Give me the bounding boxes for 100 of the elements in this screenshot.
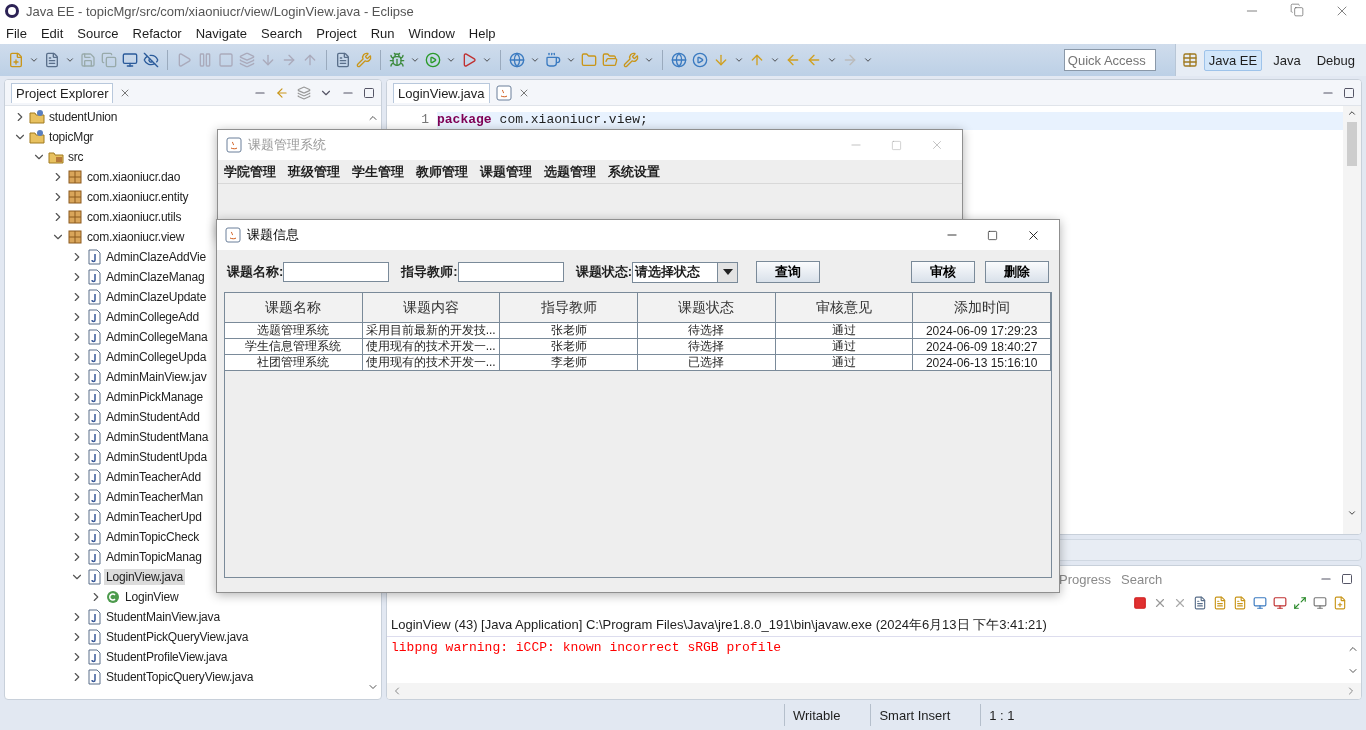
tree-item[interactable]: AdminCollegeMana	[104, 329, 210, 345]
tree-item[interactable]: StudentTopicQueryView.java	[104, 669, 256, 685]
input-field[interactable]	[457, 262, 564, 282]
scroll-up-icon[interactable]	[1347, 108, 1357, 118]
scroll-down-icon[interactable]	[1347, 508, 1357, 518]
menu-item[interactable]: Source	[77, 25, 119, 41]
menu-item[interactable]: 选题管理	[544, 162, 596, 181]
perspective-button[interactable]: Debug	[1311, 49, 1360, 71]
column-header[interactable]: 课题状态	[638, 293, 776, 323]
column-header[interactable]: 课题内容	[362, 293, 501, 323]
action-button[interactable]: 审核	[911, 261, 975, 283]
menu-item[interactable]: Run	[370, 25, 395, 41]
remove-all-icon[interactable]	[1173, 596, 1187, 610]
menu-item[interactable]: 系统设置	[608, 162, 660, 181]
tool-icon[interactable]	[356, 52, 372, 68]
tree-item[interactable]: AdminTeacherMan	[104, 489, 206, 505]
globe-icon[interactable]	[509, 52, 525, 68]
dropdown-caret-icon[interactable]	[530, 55, 540, 65]
remove-launch-icon[interactable]	[1153, 596, 1167, 610]
tree-item[interactable]: topicMgr	[47, 129, 96, 145]
view-tab[interactable]: Progress	[1059, 571, 1112, 587]
new-document-icon[interactable]	[44, 52, 60, 68]
dropdown-caret-icon[interactable]	[29, 55, 39, 65]
menu-item[interactable]: Help	[468, 25, 496, 41]
column-header[interactable]: 指导教师	[500, 293, 638, 323]
tree-item[interactable]: com.xiaoniucr.utils	[85, 209, 184, 225]
view-tab[interactable]: Project Explorer	[11, 82, 114, 103]
tree-item[interactable]: com.xiaoniucr.view	[85, 229, 187, 245]
menu-item[interactable]: File	[6, 25, 27, 41]
tree-item[interactable]: AdminClazeManag	[104, 269, 207, 285]
tree-item[interactable]: AdminCollegeUpda	[104, 349, 209, 365]
maximize-icon[interactable]	[1341, 573, 1353, 585]
view-tab[interactable]: Search	[1121, 571, 1163, 587]
menu-item[interactable]: 学生管理	[352, 162, 404, 181]
menu-item[interactable]: Project	[316, 25, 357, 41]
input-field[interactable]	[283, 262, 390, 282]
dropdown-arrow-icon[interactable]	[722, 269, 733, 275]
menu-item[interactable]: 课题管理	[480, 162, 532, 181]
dropdown-caret-icon[interactable]	[734, 55, 744, 65]
dropdown-caret-icon[interactable]	[644, 55, 654, 65]
column-header[interactable]: 课题名称	[225, 293, 363, 323]
perspective-button[interactable]: Java EE	[1203, 49, 1263, 71]
tree-item[interactable]: AdminTeacherAdd	[104, 469, 204, 485]
tree-item[interactable]: src	[66, 149, 86, 165]
run-icon[interactable]	[425, 52, 441, 68]
action-button[interactable]: 删除	[985, 261, 1049, 283]
tree-item[interactable]: AdminClazeUpdate	[104, 289, 209, 305]
status-dropdown[interactable]: 请选择状态	[632, 261, 739, 283]
quick-access-field[interactable]: Quick Access	[1063, 49, 1156, 71]
vertical-scrollbar[interactable]	[1343, 106, 1361, 534]
scrollbar-thumb[interactable]	[1347, 122, 1357, 166]
editor-tab[interactable]: LoginView.java	[393, 82, 490, 103]
menu-item[interactable]: 学院管理	[224, 162, 276, 181]
browser-icon[interactable]	[671, 52, 687, 68]
folder-icon[interactable]	[581, 52, 597, 68]
dropdown-caret-icon[interactable]	[863, 55, 873, 65]
dropdown-caret-icon[interactable]	[566, 55, 576, 65]
dropdown-caret-icon[interactable]	[446, 55, 456, 65]
column-header[interactable]: 审核意见	[775, 293, 914, 323]
tree-item[interactable]: com.xiaoniucr.entity	[85, 189, 191, 205]
dropdown-caret-icon[interactable]	[482, 55, 492, 65]
run-config-icon[interactable]	[461, 52, 477, 68]
maximize-icon[interactable]	[987, 229, 998, 241]
tree-item[interactable]: AdminMainView.jav	[104, 369, 209, 385]
monitor-icon[interactable]	[122, 52, 138, 68]
maximize-icon[interactable]	[363, 86, 375, 99]
display-console-icon[interactable]	[1313, 596, 1327, 610]
debug-icon[interactable]	[389, 52, 405, 68]
query-button[interactable]: 查询	[756, 261, 821, 283]
tree-item[interactable]: AdminStudentUpda	[104, 449, 209, 465]
tree-item[interactable]: AdminTopicCheck	[104, 529, 202, 545]
dropdown-caret-icon[interactable]	[410, 55, 420, 65]
column-header[interactable]: 添加时间	[913, 293, 1051, 323]
menu-item[interactable]: 班级管理	[288, 162, 340, 181]
perspective-button[interactable]: Java	[1268, 49, 1306, 71]
tree-item[interactable]: AdminStudentAdd	[104, 409, 202, 425]
tree-item[interactable]: AdminTopicManag	[104, 549, 204, 565]
show-error-icon[interactable]	[1273, 596, 1287, 610]
tree-item[interactable]: AdminPickManage	[104, 389, 206, 405]
tree-item[interactable]: AdminClazeAddVie	[104, 249, 208, 265]
new-file-icon[interactable]	[8, 52, 24, 68]
restore-icon[interactable]	[1290, 3, 1304, 17]
tree-item[interactable]: AdminStudentMana	[104, 429, 211, 445]
menu-item[interactable]: Search	[261, 25, 303, 41]
terminate-icon[interactable]	[1133, 596, 1147, 610]
tree-item[interactable]: StudentProfileView.java	[104, 649, 230, 665]
tree-item[interactable]: AdminCollegeAdd	[104, 309, 202, 325]
tree-item[interactable]: studentUnion	[47, 109, 120, 125]
dropdown-caret-icon[interactable]	[770, 55, 780, 65]
tree-item[interactable]: StudentPickQueryView.java	[104, 629, 251, 645]
menu-item[interactable]: Navigate	[195, 25, 247, 41]
dropdown-caret-icon[interactable]	[65, 55, 75, 65]
dropdown-caret-icon[interactable]	[827, 55, 837, 65]
tree-item[interactable]: AdminTeacherUpd	[104, 509, 204, 525]
menu-item[interactable]: 教师管理	[416, 162, 468, 181]
menu-item[interactable]: Edit	[40, 25, 64, 41]
tree-item[interactable]: com.xiaoniucr.dao	[85, 169, 183, 185]
tree-item[interactable]: StudentMainView.java	[104, 609, 222, 625]
open-folder-icon[interactable]	[602, 52, 618, 68]
tree-item[interactable]: LoginView.java	[104, 569, 186, 585]
